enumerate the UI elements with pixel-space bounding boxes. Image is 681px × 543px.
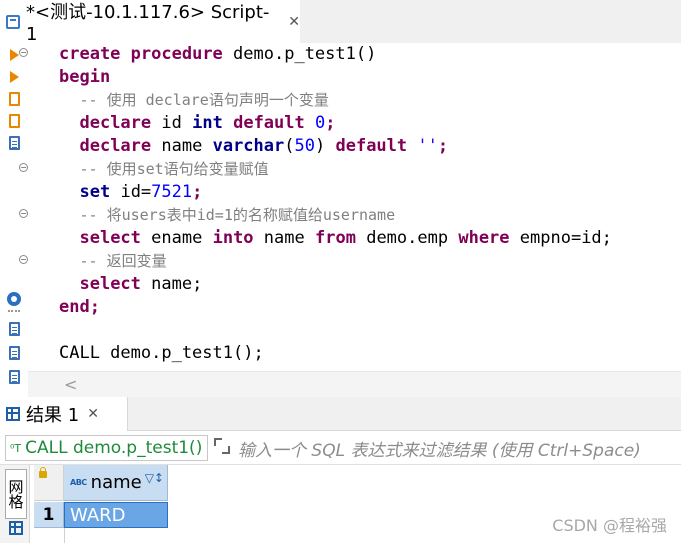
code-line: declare id int default 0; xyxy=(79,113,336,133)
code-line: create procedure demo.p_test1() xyxy=(59,44,377,64)
close-icon[interactable]: ✕ xyxy=(288,14,300,30)
query-text: CALL demo.p_test1() xyxy=(25,438,203,458)
fold-toggle-icon[interactable]: − xyxy=(19,255,28,264)
output-log-button[interactable] xyxy=(6,345,22,361)
scroll-left-icon[interactable]: < xyxy=(64,375,77,394)
load-execution-plan-button[interactable] xyxy=(6,135,22,151)
execute-script-button[interactable] xyxy=(6,69,22,85)
result-view-switcher: 网格 xyxy=(0,465,30,543)
fold-toggle-icon[interactable]: − xyxy=(19,163,28,172)
fold-toggle-icon[interactable]: − xyxy=(19,209,28,218)
gear-icon xyxy=(7,292,21,306)
lock-icon xyxy=(39,467,47,478)
sql-icon: ⁰T xyxy=(10,441,22,455)
code-line: set id=7521; xyxy=(79,182,203,202)
code-line: declare name varchar(50) default ''; xyxy=(79,136,449,156)
code-line: -- 使用 declare语句声明一个变量 xyxy=(79,91,329,109)
column-header-label: name xyxy=(90,472,142,493)
tab-strip-background xyxy=(300,0,681,43)
toolbar-separator xyxy=(8,310,20,312)
row-number[interactable]: 1 xyxy=(34,502,64,528)
code-line: select ename into name from demo.emp whe… xyxy=(79,228,612,248)
sql-script-icon xyxy=(6,14,20,29)
results-tabbar: 结果 1 ✕ xyxy=(0,397,681,431)
results-panel-icon xyxy=(8,322,20,336)
export-icon xyxy=(8,370,20,384)
filter-input[interactable]: 输入一个 SQL 表达式来过滤结果 (使用 Ctrl+Space) xyxy=(238,436,641,461)
script-run-icon xyxy=(8,92,20,106)
execute-new-tab-button[interactable] xyxy=(6,91,22,107)
active-query-label[interactable]: ⁰T CALL demo.p_test1() xyxy=(5,435,208,461)
code-line: -- 使用set语句给变量赋值 xyxy=(79,160,269,178)
editor-side-toolbar xyxy=(0,43,28,393)
code-line: -- 返回变量 xyxy=(79,252,167,270)
code-line: -- 将users表中id=1的名称赋值给username xyxy=(79,206,396,224)
column-header-name[interactable]: ABC name ▽↕ xyxy=(64,465,168,501)
sort-filter-icon[interactable]: ▽↕ xyxy=(145,471,164,485)
grid-view-tab[interactable]: 网格 xyxy=(5,469,27,519)
fold-toggle-icon[interactable]: − xyxy=(19,48,28,57)
settings-button[interactable] xyxy=(6,291,22,307)
editor-tab-script[interactable]: *<测试-10.1.117.6> Script-1 ✕ xyxy=(0,0,300,45)
code-line: end; xyxy=(59,297,100,317)
results-filter-bar: ⁰T CALL demo.p_test1() 输入一个 SQL 表达式来过滤结果… xyxy=(0,431,681,465)
export-button[interactable] xyxy=(6,369,22,385)
close-icon[interactable]: ✕ xyxy=(87,406,99,422)
watermark: CSDN @程裕强 xyxy=(552,516,667,535)
string-type-icon: ABC xyxy=(70,478,87,487)
play-script-icon xyxy=(9,71,19,83)
code-line: CALL demo.p_test1(); xyxy=(59,343,264,363)
code-line: select name; xyxy=(79,274,203,294)
grid-icon xyxy=(6,407,20,421)
plan-icon xyxy=(8,136,20,150)
expand-icon[interactable] xyxy=(214,438,230,454)
editor-tab-title: *<测试-10.1.117.6> Script-1 xyxy=(25,2,270,45)
explain-icon xyxy=(8,114,20,128)
results-tab[interactable]: 结果 1 ✕ xyxy=(0,397,128,431)
play-icon xyxy=(9,49,19,61)
grid-corner-cell xyxy=(34,465,64,501)
grid-divider xyxy=(64,528,65,543)
show-results-button[interactable] xyxy=(6,321,22,337)
editor-horizontal-scrollbar[interactable]: < xyxy=(28,371,681,397)
code-line: begin xyxy=(59,67,111,87)
output-icon xyxy=(8,346,20,360)
grid-view-icon[interactable] xyxy=(9,521,23,535)
explain-plan-button[interactable] xyxy=(6,113,22,129)
table-cell[interactable]: WARD xyxy=(64,502,168,528)
results-tab-label: 结果 1 xyxy=(26,405,80,426)
